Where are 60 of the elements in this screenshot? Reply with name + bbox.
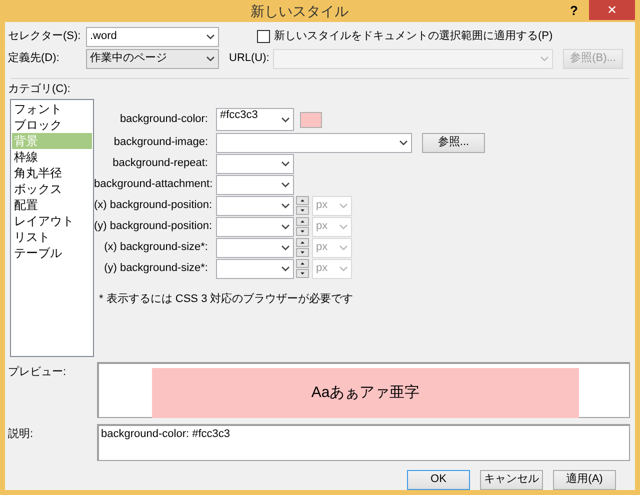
- property-label: (x) background-position:: [94, 198, 214, 212]
- category-item[interactable]: ブロック: [12, 117, 92, 133]
- field-label: プレビュー:: [8, 366, 68, 380]
- close-button[interactable]: ✕: [589, 0, 635, 20]
- caret-icon: [281, 224, 290, 230]
- preview-sample: Aaあぁアァ亜字: [152, 368, 579, 418]
- caret-icon: [281, 160, 290, 166]
- spinner[interactable]: [296, 258, 309, 278]
- caret-icon: [281, 182, 290, 188]
- category-item[interactable]: 角丸半径: [12, 165, 92, 181]
- define-dropdown[interactable]: 作業中のページ: [86, 48, 219, 69]
- dialog-button[interactable]: 適用(A): [553, 470, 616, 490]
- field-label: 定義先(D):: [8, 52, 60, 66]
- property-label: background-repeat:: [112, 156, 209, 170]
- help-button[interactable]: ?: [559, 3, 589, 19]
- property-label: background-color:: [118, 112, 209, 126]
- image-dropdown[interactable]: [216, 132, 412, 152]
- category-item[interactable]: レイアウト: [12, 213, 92, 229]
- selector-dropdown[interactable]: .word: [86, 26, 219, 47]
- checkbox[interactable]: [257, 30, 270, 44]
- description-box: background-color: #fcc3c3: [97, 424, 630, 461]
- spinner[interactable]: [296, 238, 309, 258]
- caret-icon: [206, 56, 215, 62]
- caret-icon: [281, 202, 290, 208]
- browse-button[interactable]: 参照...: [422, 132, 485, 152]
- caret-icon: [281, 266, 290, 272]
- note-text: * 表示するには CSS 3 対応のブラウザーが必要です: [99, 293, 354, 306]
- field-label: セレクター(S):: [8, 30, 82, 44]
- category-item[interactable]: テーブル: [12, 245, 92, 261]
- dialog-button[interactable]: キャンセル: [480, 470, 543, 490]
- caret-icon: [540, 56, 549, 62]
- caret-icon: [339, 224, 348, 230]
- spinner[interactable]: [296, 216, 309, 236]
- color-dropdown[interactable]: #fcc3c3: [216, 108, 294, 131]
- property-label: (x) background-size*:: [103, 240, 209, 254]
- value-dropdown[interactable]: [216, 154, 294, 174]
- category-item[interactable]: ボックス: [12, 181, 92, 197]
- field-label: URL(U):: [229, 52, 270, 66]
- category-item[interactable]: 配置: [12, 197, 92, 213]
- caret-icon: [206, 34, 215, 40]
- category-item[interactable]: リスト: [12, 229, 92, 245]
- caret-icon: [281, 244, 290, 250]
- field-label: 説明:: [8, 428, 34, 442]
- caret-icon: [339, 244, 348, 250]
- property-label: (y) background-position:: [94, 220, 214, 234]
- color-swatch: [300, 112, 322, 128]
- property-label: background-image:: [112, 136, 209, 150]
- category-item[interactable]: 枠線: [12, 149, 92, 165]
- caret-icon: [339, 266, 348, 272]
- checkbox-label: 新しいスタイルをドキュメントの選択範囲に適用する(P): [274, 30, 553, 44]
- category-item[interactable]: フォント: [12, 101, 92, 117]
- window-title: 新しいスタイル: [250, 2, 350, 20]
- dialog-button[interactable]: OK: [407, 470, 470, 490]
- property-label: (y) background-size*:: [103, 262, 209, 276]
- property-label: background-attachment:: [94, 178, 214, 192]
- caret-icon: [399, 140, 408, 146]
- spinner[interactable]: [296, 196, 309, 216]
- caret-icon: [339, 202, 348, 208]
- caret-icon: [281, 117, 290, 123]
- section-label: カテゴリ(C):: [8, 82, 72, 96]
